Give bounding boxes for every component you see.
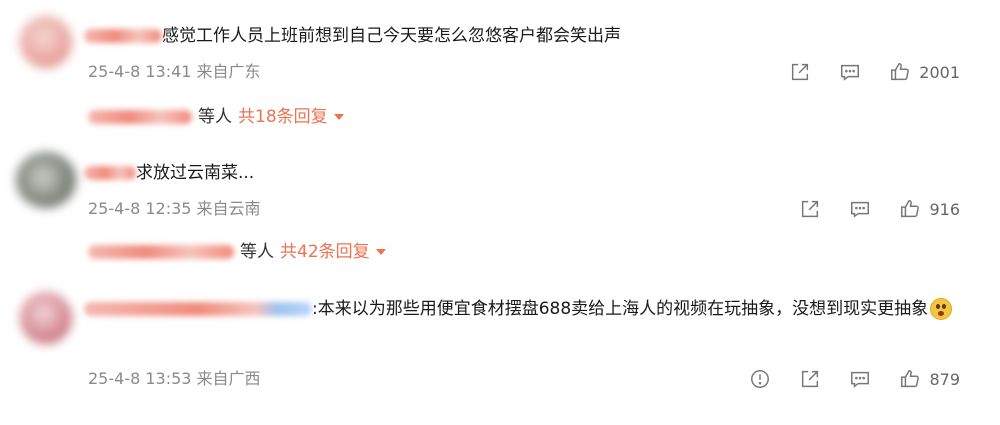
avatar[interactable] <box>20 292 72 344</box>
comment-button[interactable] <box>849 368 871 390</box>
share-button[interactable] <box>789 61 811 83</box>
reply-users-redacted[interactable] <box>88 110 192 124</box>
reply-people-label: 等人 <box>198 107 232 127</box>
comment-text: :本来以为那些用便宜食材摆盘688卖给上海人的视频在玩抽象，没想到现实更抽象 <box>312 299 929 319</box>
caret-down-icon <box>333 114 344 120</box>
like-button[interactable]: 2001 <box>889 61 960 83</box>
reply-people-label: 等人 <box>240 242 274 262</box>
username-redacted[interactable] <box>84 166 136 180</box>
like-button[interactable]: 916 <box>899 198 960 220</box>
reply-summary: 等人 共42条回复 <box>88 239 386 265</box>
share-icon <box>802 200 819 218</box>
reply-users-redacted[interactable] <box>88 245 234 259</box>
reply-count-label: 共42条回复 <box>280 242 370 262</box>
comment-item: 求放过云南菜... 25-4-8 12:35 来自云南 916 等人 共42条回… <box>0 140 1000 280</box>
thumbs-up-icon <box>901 370 920 388</box>
surprised-emoji-icon <box>930 298 953 320</box>
view-replies-link[interactable]: 共18条回复 <box>238 104 344 130</box>
report-button[interactable] <box>749 368 771 390</box>
share-button[interactable] <box>799 368 821 390</box>
comment-actions: 916 <box>799 197 960 221</box>
comment-text: 感觉工作人员上班前想到自己今天要怎么忽悠客户都会笑出声 <box>162 26 621 46</box>
comment-icon <box>851 201 870 218</box>
comment-meta: 25-4-8 13:53 来自广西 <box>88 369 261 388</box>
comment-text-line: 求放过云南菜... <box>84 160 254 186</box>
share-icon <box>792 63 809 81</box>
report-icon <box>751 370 770 388</box>
comment-text-line: 感觉工作人员上班前想到自己今天要怎么忽悠客户都会笑出声 <box>84 23 621 49</box>
caret-down-icon <box>375 249 386 255</box>
username-redacted[interactable] <box>84 302 312 316</box>
avatar[interactable] <box>16 152 76 208</box>
share-button[interactable] <box>799 198 821 220</box>
comment-text-line: :本来以为那些用便宜食材摆盘688卖给上海人的视频在玩抽象，没想到现实更抽象 <box>84 290 964 328</box>
comment-meta: 25-4-8 13:41 来自广东 <box>88 62 261 81</box>
like-count: 916 <box>929 199 960 219</box>
comment-icon <box>841 64 860 81</box>
comment-button[interactable] <box>849 198 871 220</box>
like-count: 879 <box>929 369 960 389</box>
comment-actions: 2001 <box>789 60 960 84</box>
view-replies-link[interactable]: 共42条回复 <box>280 239 386 265</box>
share-icon <box>802 370 819 388</box>
comment-meta: 25-4-8 12:35 来自云南 <box>88 199 261 218</box>
like-count: 2001 <box>919 62 960 82</box>
username-redacted[interactable] <box>84 29 162 43</box>
comment-actions: 879 <box>749 367 960 391</box>
comment-item: :本来以为那些用便宜食材摆盘688卖给上海人的视频在玩抽象，没想到现实更抽象 2… <box>0 280 1000 425</box>
comment-item: 感觉工作人员上班前想到自己今天要怎么忽悠客户都会笑出声 25-4-8 13:41… <box>0 0 1000 140</box>
reply-count-label: 共18条回复 <box>238 107 328 127</box>
avatar[interactable] <box>20 16 72 68</box>
thumbs-up-icon <box>891 63 910 81</box>
comment-button[interactable] <box>839 61 861 83</box>
comment-text: 求放过云南菜... <box>136 163 255 183</box>
like-button[interactable]: 879 <box>899 368 960 390</box>
reply-summary: 等人 共18条回复 <box>88 104 344 130</box>
thumbs-up-icon <box>901 200 920 218</box>
comment-icon <box>851 371 870 388</box>
